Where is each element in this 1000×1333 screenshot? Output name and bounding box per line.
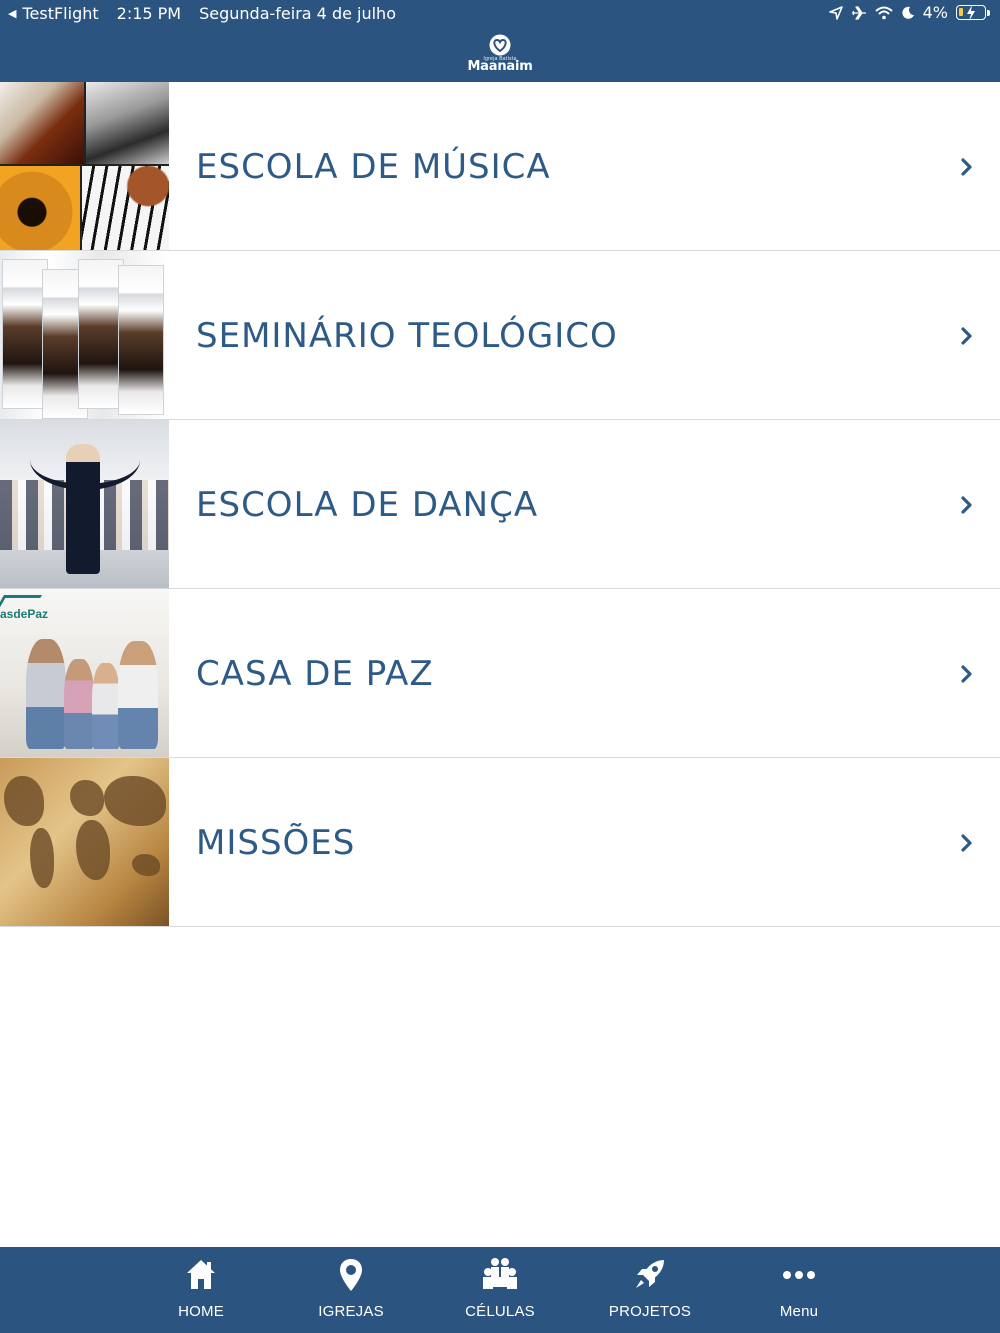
tab-label: CÉLULAS (465, 1303, 535, 1320)
tab-label: IGREJAS (318, 1303, 384, 1320)
logo-name: Maanaim (467, 59, 533, 74)
more-dots-icon (783, 1271, 815, 1279)
top-bar: ◀ TestFlight 2:15 PM Segunda-feira 4 de … (0, 0, 1000, 82)
list-item-escola-de-danca[interactable]: ESCOLA DE DANÇA (0, 420, 1000, 589)
list-item-label: SEMINÁRIO TEOLÓGICO (196, 316, 618, 356)
tab-igrejas[interactable]: IGREJAS (276, 1247, 426, 1333)
tab-label: PROJETOS (608, 1303, 692, 1320)
list-item-label: ESCOLA DE MÚSICA (196, 147, 551, 187)
dance-class-image (0, 420, 169, 588)
tab-menu[interactable]: Menu (724, 1247, 874, 1333)
list-item-missoes[interactable]: MISSÕES (0, 758, 1000, 927)
status-time: 2:15 PM (116, 4, 182, 23)
tab-celulas[interactable]: CÉLULAS (425, 1247, 575, 1333)
world-map-image (0, 758, 169, 926)
theology-books-image (0, 251, 169, 419)
list-item-label: ESCOLA DE DANÇA (196, 485, 539, 525)
list-item-label: CASA DE PAZ (196, 654, 434, 694)
wifi-icon (874, 6, 893, 20)
heart-logo-icon (489, 34, 511, 56)
chevron-right-icon (961, 834, 972, 852)
do-not-disturb-icon (901, 6, 915, 20)
tab-label: Menu (779, 1303, 819, 1320)
bottom-tab-bar: HOME IGREJAS CÉLULAS PROJETOS Menu (0, 1247, 1000, 1333)
status-date: Segunda-feira 4 de julho (199, 4, 396, 23)
list-item-seminario-teologico[interactable]: SEMINÁRIO TEOLÓGICO (0, 251, 1000, 420)
group-icon (483, 1258, 517, 1289)
rocket-icon (636, 1260, 664, 1288)
location-icon (828, 5, 843, 20)
tab-label: HOME (178, 1303, 224, 1320)
app-logo: Igreja Batista Maanaim (450, 34, 550, 78)
music-collage-image (0, 82, 169, 250)
status-right: 4% (828, 3, 990, 22)
list-item-label: MISSÕES (196, 823, 356, 863)
airplane-icon (851, 5, 867, 20)
family-home-image: asdePaz (0, 589, 169, 757)
list-item-casa-de-paz[interactable]: asdePaz CASA DE PAZ (0, 589, 1000, 758)
ministries-list: ESCOLA DE MÚSICA SEMINÁRIO TEOLÓGICO ESC… (0, 82, 1000, 927)
battery-icon (956, 5, 986, 21)
casa-de-paz-logo: asdePaz (0, 607, 49, 621)
tab-home[interactable]: HOME (126, 1247, 276, 1333)
chevron-right-icon (961, 327, 972, 345)
back-arrow-icon[interactable]: ◀ (8, 7, 16, 20)
status-bar: ◀ TestFlight 2:15 PM Segunda-feira 4 de … (0, 0, 1000, 26)
home-icon (187, 1260, 215, 1289)
chevron-right-icon (961, 665, 972, 683)
battery-percent: 4% (922, 3, 948, 22)
map-pin-icon (340, 1259, 362, 1291)
chevron-right-icon (961, 496, 972, 514)
chevron-right-icon (961, 158, 972, 176)
status-left: ◀ TestFlight 2:15 PM Segunda-feira 4 de … (8, 4, 396, 23)
list-item-escola-de-musica[interactable]: ESCOLA DE MÚSICA (0, 82, 1000, 251)
back-to-app-link[interactable]: TestFlight (22, 4, 98, 23)
tab-projetos[interactable]: PROJETOS (575, 1247, 725, 1333)
